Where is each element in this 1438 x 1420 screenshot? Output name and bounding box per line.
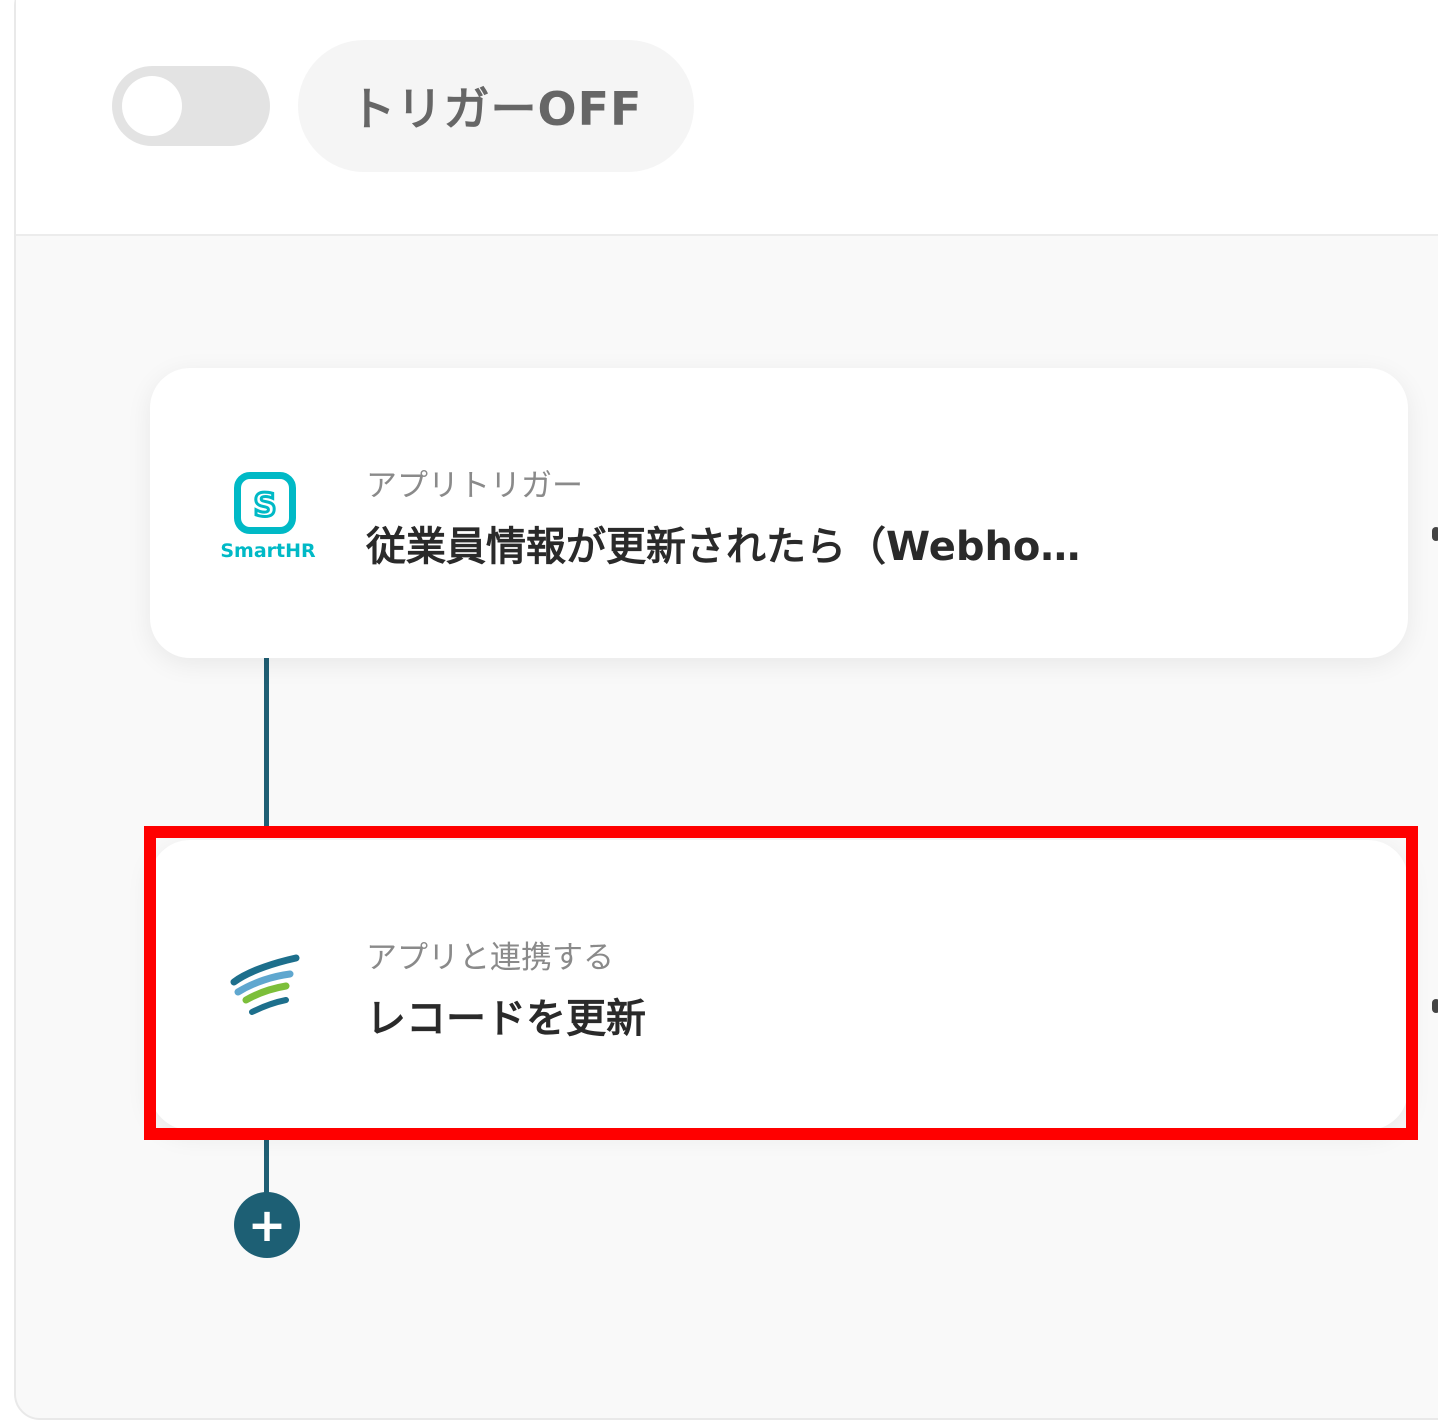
smarthr-logo-text: SmartHR [220,540,316,562]
card-menu-handle[interactable] [1432,527,1438,541]
svg-text:S: S [253,486,276,524]
flow-header: トリガーOFF [16,0,1438,236]
step-action-title: レコードを更新 [366,996,646,1042]
smarthr-logo-icon: S SmartHR [220,472,330,582]
app-logo-icon [228,952,304,1024]
trigger-step-card[interactable]: S SmartHR アプリトリガー 従業員情報が更新されたら（Webho… [150,368,1408,658]
add-step-button[interactable]: + [234,1192,300,1258]
trigger-toggle[interactable] [112,66,270,146]
flow-connector [264,1130,269,1200]
action-step-card[interactable]: アプリと連携する レコードを更新 [150,840,1408,1130]
step-type-label: アプリトリガー [366,468,583,504]
card-menu-handle[interactable] [1432,999,1438,1013]
trigger-status-label: トリガーOFF [298,40,694,172]
smarthr-logo-mark: S [234,472,296,534]
toggle-knob [122,76,182,136]
flow-connector [264,656,269,836]
step-action-title: 従業員情報が更新されたら（Webho… [366,524,1081,570]
step-type-label: アプリと連携する [366,940,614,976]
